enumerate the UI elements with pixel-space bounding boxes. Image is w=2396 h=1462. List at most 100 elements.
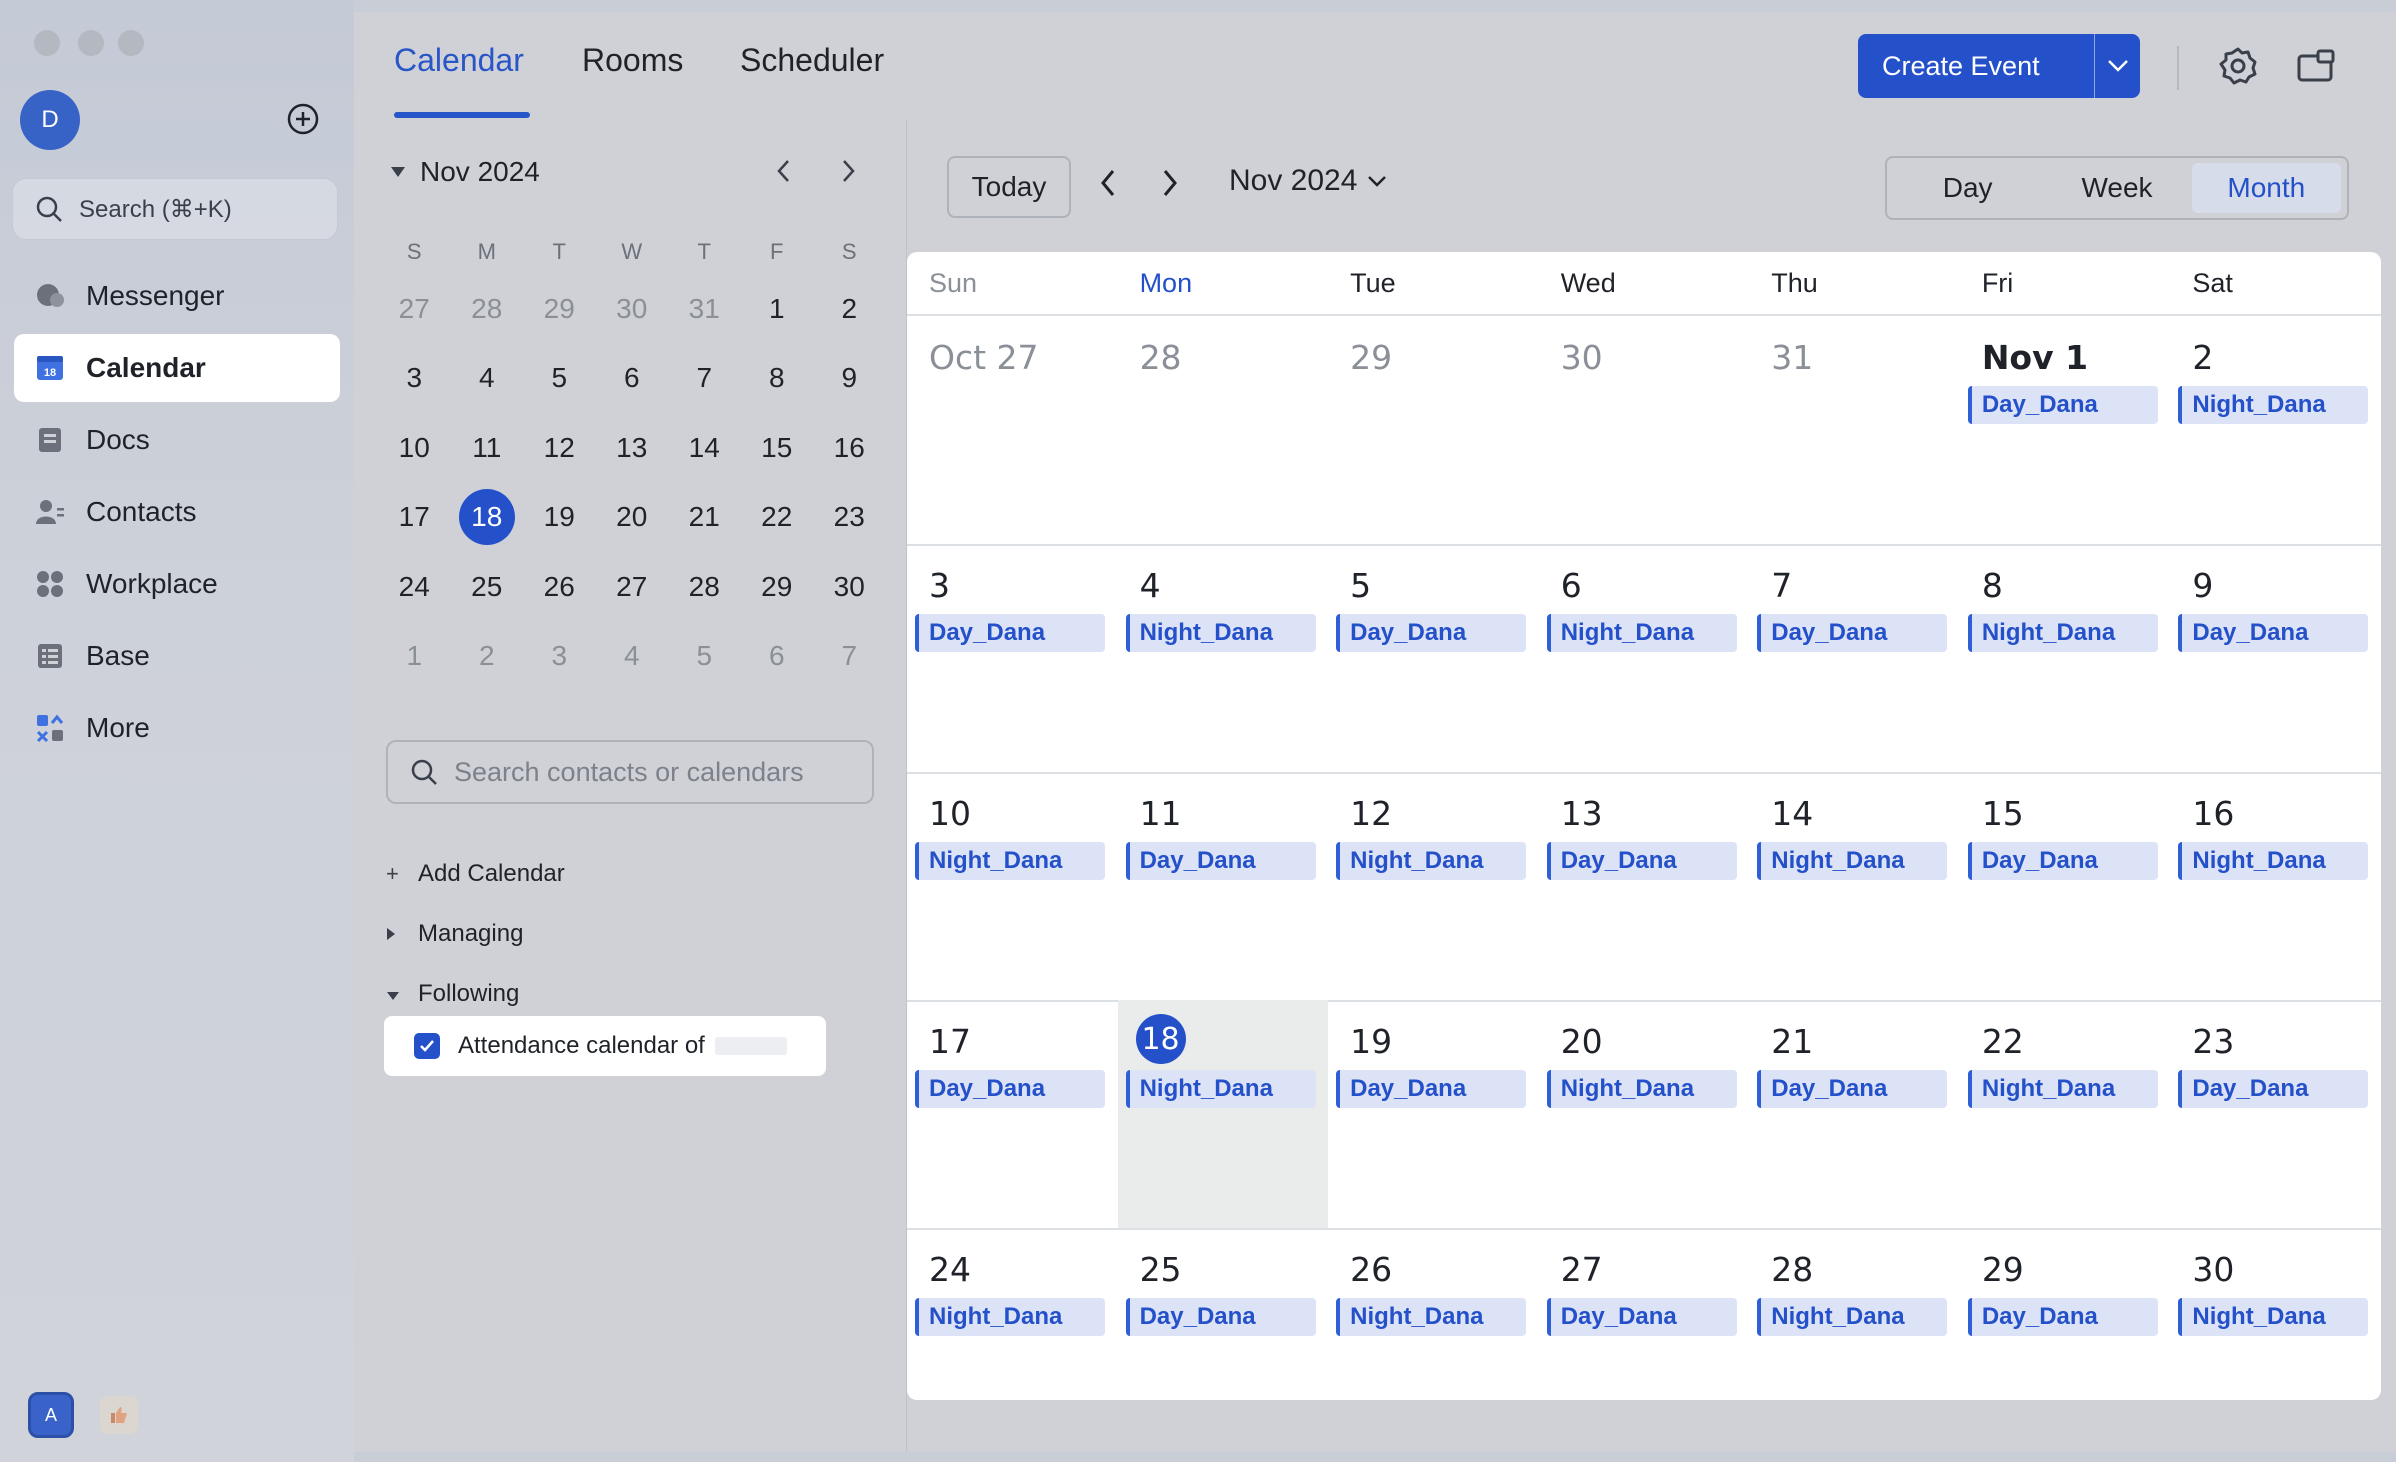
today-button[interactable]: Today	[947, 156, 1071, 218]
mini-day[interactable]: 11	[451, 413, 524, 482]
view-day[interactable]: Day	[1893, 163, 2042, 213]
event-chip[interactable]: Day_Dana	[1967, 842, 2158, 880]
day-cell[interactable]: 29 Day_Dana	[1960, 1228, 2171, 1400]
event-chip[interactable]: Day_Dana	[1757, 614, 1948, 652]
settings-gear-icon[interactable]	[2218, 46, 2258, 86]
day-cell[interactable]: 20 Night_Dana	[1539, 1000, 1750, 1228]
day-cell[interactable]: 7 Day_Dana	[1749, 544, 1960, 772]
event-chip[interactable]: Day_Dana	[1757, 1070, 1948, 1108]
mini-day[interactable]: 12	[523, 413, 596, 482]
mini-day[interactable]: 2	[451, 622, 524, 691]
mini-day[interactable]: 9	[813, 344, 886, 413]
prev-month-icon[interactable]	[1097, 168, 1119, 198]
mini-day[interactable]: 22	[741, 483, 814, 552]
nav-item-contacts[interactable]: Contacts	[14, 478, 340, 546]
event-chip[interactable]: Night_Dana	[1757, 1298, 1948, 1336]
mini-day[interactable]: 17	[378, 483, 451, 552]
day-cell[interactable]: 8 Night_Dana	[1960, 544, 2171, 772]
zoom-window-button[interactable]	[118, 30, 144, 56]
mini-day[interactable]: 5	[523, 344, 596, 413]
mini-day[interactable]: 16	[813, 413, 886, 482]
mini-next-month-icon[interactable]	[838, 158, 858, 184]
day-cell[interactable]: 30	[1539, 316, 1750, 544]
mini-day[interactable]: 29	[741, 552, 814, 621]
mini-day[interactable]: 7	[813, 622, 886, 691]
mini-day[interactable]: 25	[451, 552, 524, 621]
event-chip[interactable]: Night_Dana	[1336, 1298, 1527, 1336]
mini-day[interactable]: 4	[596, 622, 669, 691]
nav-item-docs[interactable]: Docs	[14, 406, 340, 474]
mini-day[interactable]: 26	[523, 552, 596, 621]
nav-item-workplace[interactable]: Workplace	[14, 550, 340, 618]
day-cell[interactable]: 12 Night_Dana	[1328, 772, 1539, 1000]
mini-day[interactable]: 27	[378, 274, 451, 343]
day-cell[interactable]: 19 Day_Dana	[1328, 1000, 1539, 1228]
add-plus-icon[interactable]	[286, 102, 320, 136]
mini-day[interactable]: 14	[668, 413, 741, 482]
nav-item-base[interactable]: Base	[14, 622, 340, 690]
following-section-toggle[interactable]: Following	[386, 980, 519, 1008]
minimize-window-button[interactable]	[78, 30, 104, 56]
day-cell[interactable]: 29	[1328, 316, 1539, 544]
mini-day[interactable]: 1	[741, 274, 814, 343]
mini-day[interactable]: 2	[813, 274, 886, 343]
mini-day[interactable]: 6	[596, 344, 669, 413]
mini-day[interactable]: 1	[378, 622, 451, 691]
event-chip[interactable]: Night_Dana	[1125, 614, 1316, 652]
day-cell[interactable]: 10 Night_Dana	[907, 772, 1118, 1000]
day-cell[interactable]: 3 Day_Dana	[907, 544, 1118, 772]
managing-section-toggle[interactable]: Managing	[386, 920, 523, 948]
event-chip[interactable]: Night_Dana	[2178, 386, 2369, 424]
day-cell[interactable]: Nov 1 Day_Dana	[1960, 316, 2171, 544]
user-avatar[interactable]: D	[20, 90, 80, 150]
day-cell[interactable]: 6 Night_Dana	[1539, 544, 1750, 772]
mini-day[interactable]: 6	[741, 622, 814, 691]
event-chip[interactable]: Night_Dana	[915, 1298, 1105, 1336]
day-cell[interactable]: Oct 27	[907, 316, 1118, 544]
mini-day[interactable]: 27	[596, 552, 669, 621]
event-chip[interactable]: Day_Dana	[1967, 386, 2158, 424]
following-calendar-item[interactable]: Attendance calendar of	[384, 1016, 826, 1076]
day-cell[interactable]: 27 Day_Dana	[1539, 1228, 1750, 1400]
day-cell[interactable]: 16 Night_Dana	[2170, 772, 2381, 1000]
day-cell[interactable]: 14 Night_Dana	[1749, 772, 1960, 1000]
day-cell[interactable]: 30 Night_Dana	[2170, 1228, 2381, 1400]
checkbox-checked-icon[interactable]	[414, 1033, 440, 1059]
day-cell[interactable]: 4 Night_Dana	[1118, 544, 1329, 772]
event-chip[interactable]: Night_Dana	[1546, 1070, 1737, 1108]
next-month-icon[interactable]	[1159, 168, 1181, 198]
day-cell[interactable]: 22 Night_Dana	[1960, 1000, 2171, 1228]
event-chip[interactable]: Day_Dana	[2178, 1070, 2369, 1108]
mini-calendar-header[interactable]: Nov 2024	[390, 156, 540, 188]
day-cell[interactable]: 2 Night_Dana	[2170, 316, 2381, 544]
view-month[interactable]: Month	[2191, 163, 2341, 213]
mini-day[interactable]: 3	[523, 622, 596, 691]
day-cell[interactable]: 5 Day_Dana	[1328, 544, 1539, 772]
workspace-avatar[interactable]: A	[28, 1392, 74, 1438]
tab-scheduler[interactable]: Scheduler	[740, 42, 884, 79]
add-calendar-button[interactable]: + Add Calendar	[386, 860, 565, 888]
mini-day-selected[interactable]: 18	[451, 483, 524, 552]
tab-rooms[interactable]: Rooms	[582, 42, 683, 79]
event-chip[interactable]: Night_Dana	[1967, 1070, 2158, 1108]
tab-calendar[interactable]: Calendar	[394, 42, 524, 79]
mini-day[interactable]: 7	[668, 344, 741, 413]
event-chip[interactable]: Day_Dana	[1336, 1070, 1527, 1108]
event-chip[interactable]: Day_Dana	[1546, 1298, 1737, 1336]
create-event-button[interactable]: Create Event	[1858, 34, 2140, 98]
event-chip[interactable]: Night_Dana	[1125, 1070, 1316, 1108]
event-chip[interactable]: Day_Dana	[915, 1070, 1105, 1108]
mini-day[interactable]: 30	[813, 552, 886, 621]
mini-prev-month-icon[interactable]	[774, 158, 794, 184]
day-cell[interactable]: 17 Day_Dana	[907, 1000, 1118, 1228]
mini-day[interactable]: 20	[596, 483, 669, 552]
mini-day[interactable]: 5	[668, 622, 741, 691]
day-cell[interactable]: 28	[1118, 316, 1329, 544]
mini-day[interactable]: 31	[668, 274, 741, 343]
mini-day[interactable]: 19	[523, 483, 596, 552]
close-window-button[interactable]	[34, 30, 60, 56]
mini-day[interactable]: 4	[451, 344, 524, 413]
event-chip[interactable]: Night_Dana	[1967, 614, 2158, 652]
day-cell-today[interactable]: 18 Night_Dana	[1117, 1000, 1329, 1228]
mini-day[interactable]: 21	[668, 483, 741, 552]
